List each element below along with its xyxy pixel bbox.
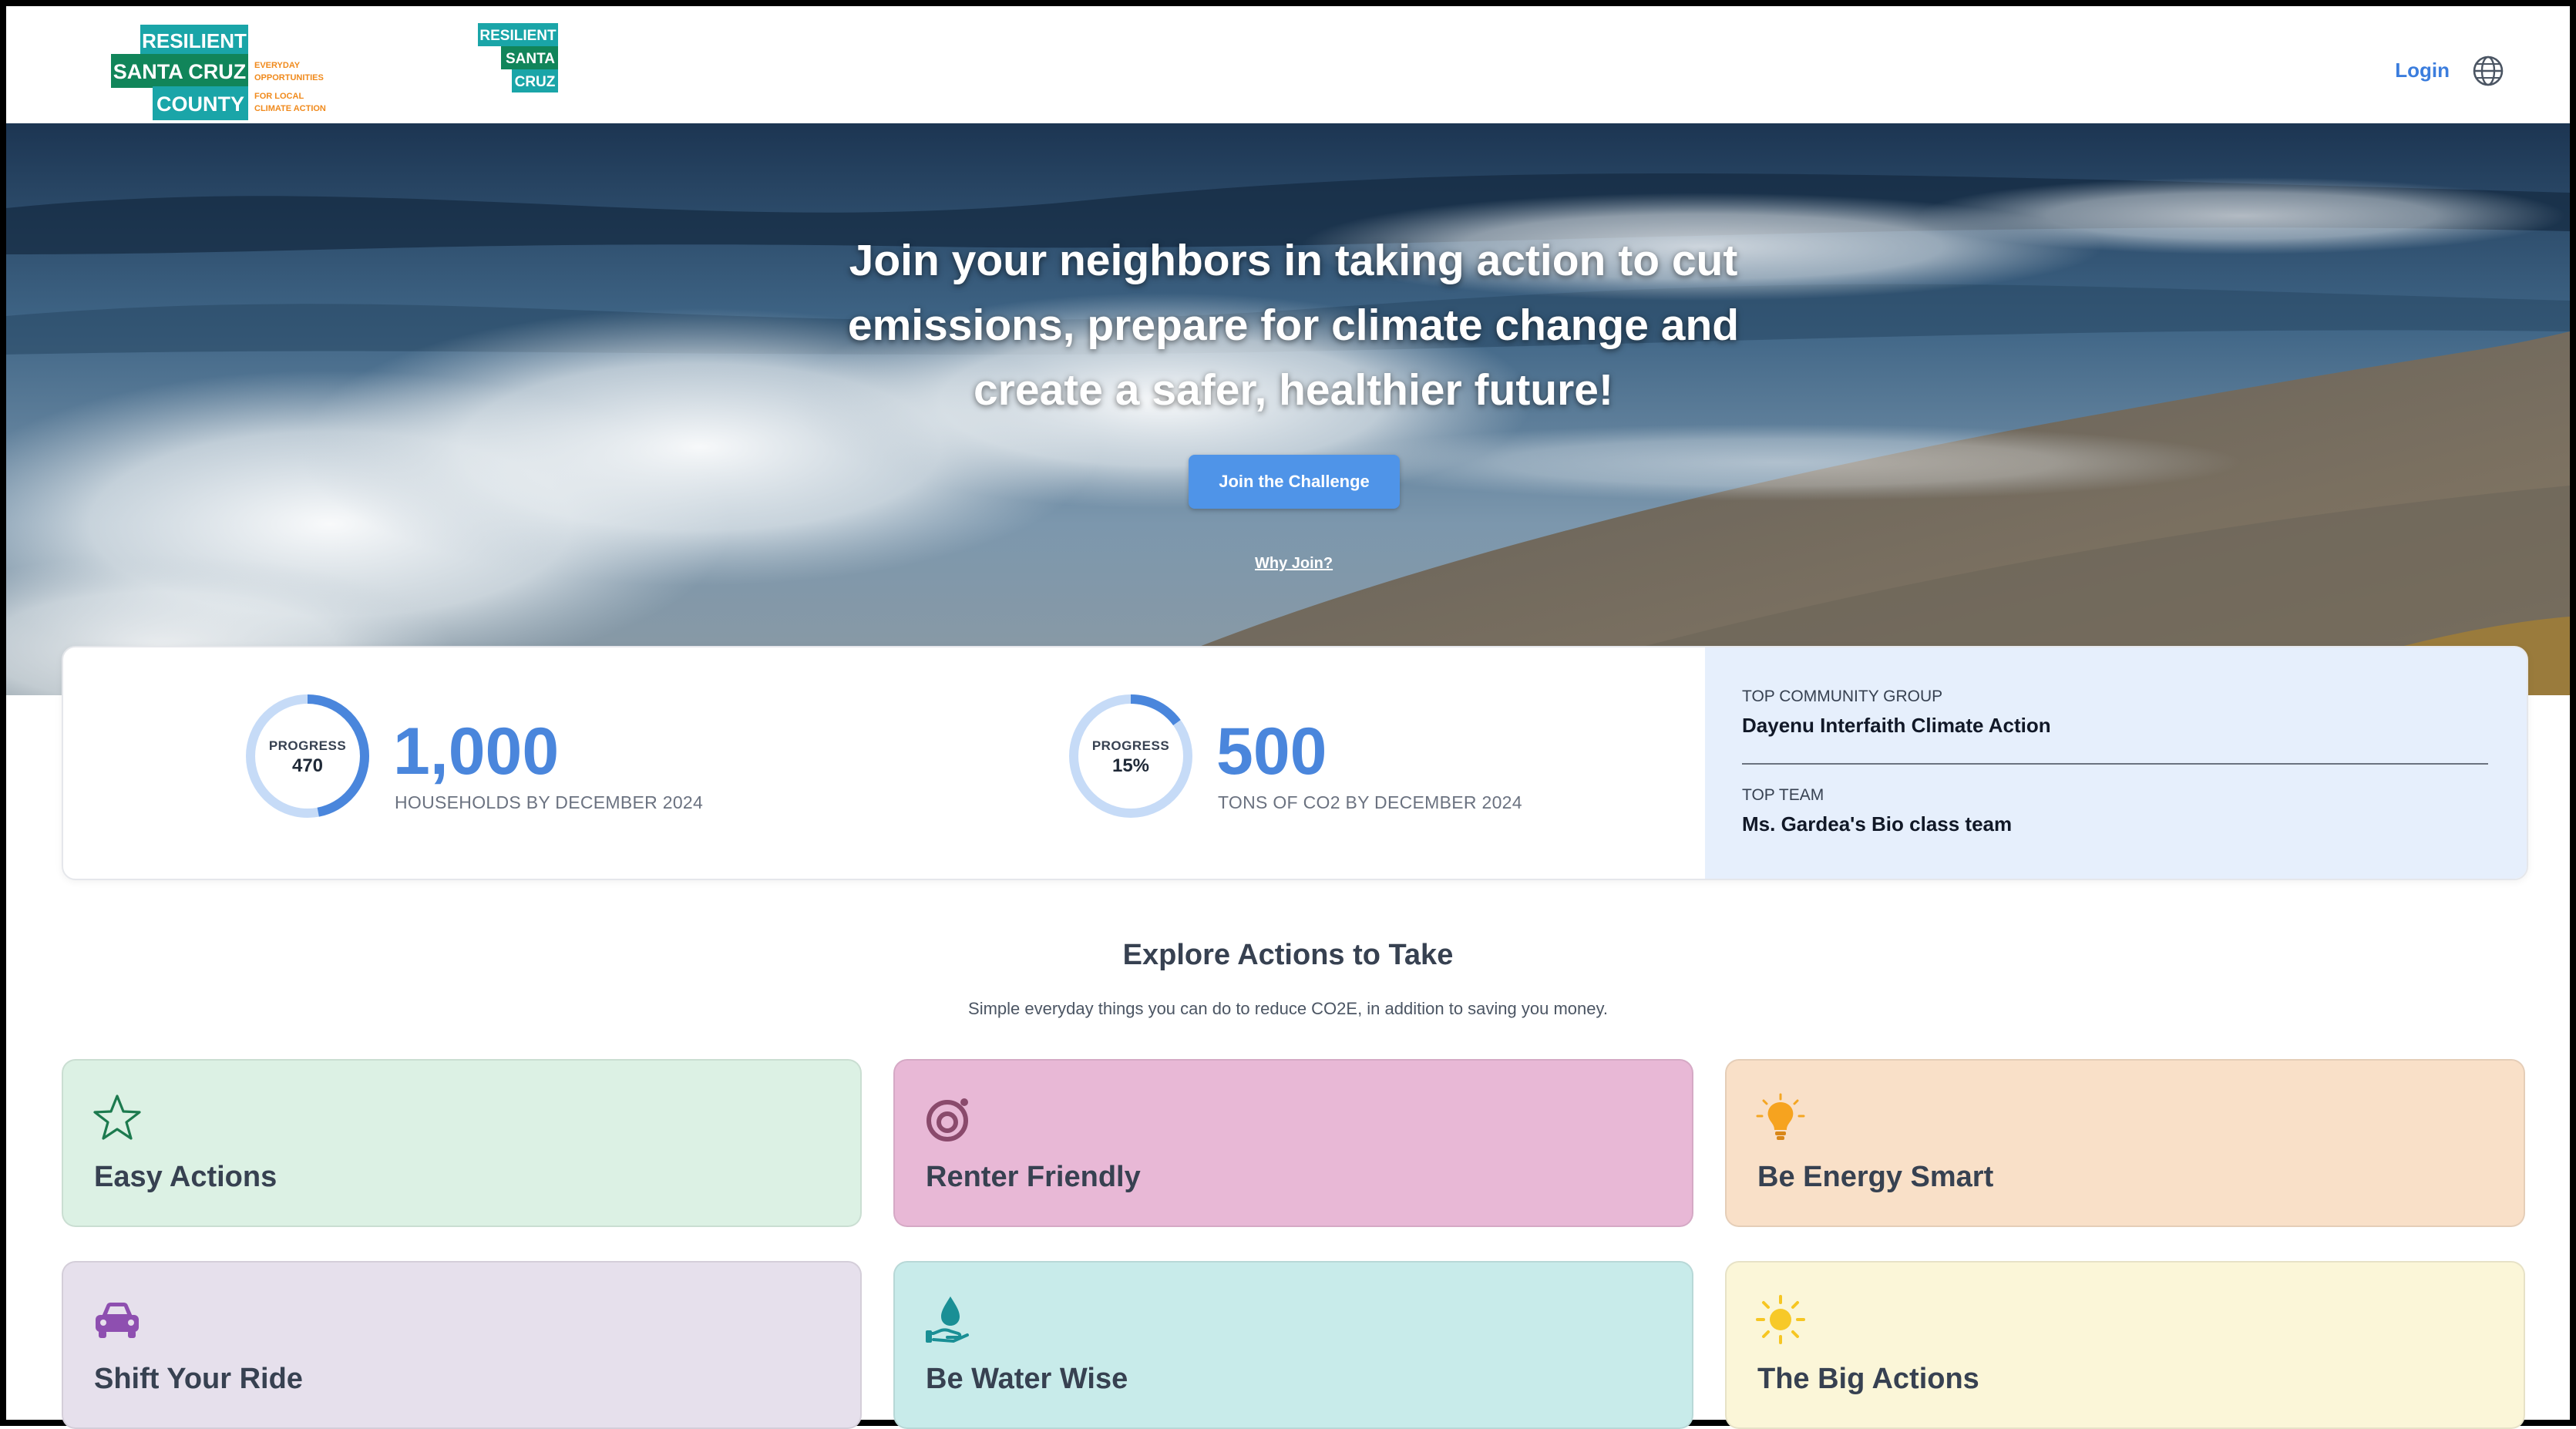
co2-goal-number: 500 <box>1216 714 1327 788</box>
households-ring-label: PROGRESS <box>268 738 347 753</box>
category-be-water-wise[interactable]: Be Water Wise <box>893 1261 1693 1429</box>
hero-headline: Join your neighbors in taking action to … <box>847 236 1740 415</box>
svg-text:RESILIENT: RESILIENT <box>479 28 557 44</box>
water-hand-icon <box>926 1296 969 1343</box>
svg-text:OPPORTUNITIES: OPPORTUNITIES <box>254 73 324 82</box>
resilient-santa-cruz-logo[interactable]: RESILIENT SANTA CRUZ <box>478 23 563 96</box>
svg-text:RESILIENT: RESILIENT <box>142 29 247 52</box>
category-the-big-actions[interactable]: The Big Actions <box>1725 1261 2525 1429</box>
top-team-name[interactable]: Ms. Gardea's Bio class team <box>1742 812 2012 836</box>
sun-icon <box>1756 1295 1805 1344</box>
leaders-divider <box>1742 763 2488 765</box>
households-goal-number: 1,000 <box>393 714 560 788</box>
site-header: RESILIENT SANTA CRUZ COUNTY EVERYDAY OPP… <box>6 6 2570 123</box>
hero-banner: Join your neighbors in taking action to … <box>6 123 2570 695</box>
explore-title: Explore Actions to Take <box>1122 939 1454 971</box>
login-link[interactable]: Login <box>2395 59 2450 82</box>
category-easy-actions[interactable]: Easy Actions <box>62 1059 862 1227</box>
svg-text:CLIMATE ACTION: CLIMATE ACTION <box>254 104 326 113</box>
households-goal-label: HOUSEHOLDS BY DECEMBER 2024 <box>395 792 704 812</box>
co2-ring-value: 15% <box>1111 755 1150 776</box>
category-label: Shift Your Ride <box>94 1363 303 1395</box>
globe-icon[interactable] <box>2471 54 2505 88</box>
svg-text:CRUZ: CRUZ <box>515 74 556 90</box>
svg-text:SANTA CRUZ: SANTA CRUZ <box>113 60 246 83</box>
co2-goal-label: TONS OF CO2 BY DECEMBER 2024 <box>1218 792 1522 812</box>
top-group-heading: TOP COMMUNITY GROUP <box>1742 688 1943 705</box>
households-ring-value: 470 <box>291 755 324 776</box>
co2-ring-label: PROGRESS <box>1091 738 1170 753</box>
leaderboard-panel: TOP COMMUNITY GROUP Dayenu Interfaith Cl… <box>1705 647 2527 879</box>
category-renter-friendly[interactable]: Renter Friendly <box>893 1059 1693 1227</box>
category-label: Renter Friendly <box>926 1161 1141 1193</box>
svg-text:COUNTY: COUNTY <box>156 92 244 116</box>
spiral-icon <box>926 1098 968 1142</box>
category-label: Be Energy Smart <box>1757 1161 1994 1193</box>
svg-text:EVERYDAY: EVERYDAY <box>254 61 301 70</box>
progress-stats-card: PROGRESS 470 1,000 HOUSEHOLDS BY DECEMBE… <box>62 646 2528 880</box>
why-join-link[interactable]: Why Join? <box>1255 555 1333 573</box>
explore-subtitle: Simple everyday things you can do to red… <box>968 999 1608 1018</box>
join-challenge-button[interactable]: Join the Challenge <box>1189 455 1400 509</box>
top-group-name[interactable]: Dayenu Interfaith Climate Action <box>1742 714 2051 738</box>
category-label: Be Water Wise <box>926 1363 1128 1395</box>
svg-text:SANTA: SANTA <box>506 51 555 67</box>
lightbulb-icon <box>1756 1093 1805 1140</box>
top-team-heading: TOP TEAM <box>1742 786 1824 804</box>
category-label: Easy Actions <box>94 1161 277 1193</box>
star-icon <box>93 1094 141 1140</box>
category-label: The Big Actions <box>1757 1363 1979 1395</box>
category-shift-your-ride[interactable]: Shift Your Ride <box>62 1261 862 1429</box>
resilient-santa-cruz-county-logo[interactable]: RESILIENT SANTA CRUZ COUNTY EVERYDAY OPP… <box>111 25 358 122</box>
car-icon <box>96 1303 139 1338</box>
category-be-energy-smart[interactable]: Be Energy Smart <box>1725 1059 2525 1227</box>
svg-text:FOR LOCAL: FOR LOCAL <box>254 92 304 101</box>
